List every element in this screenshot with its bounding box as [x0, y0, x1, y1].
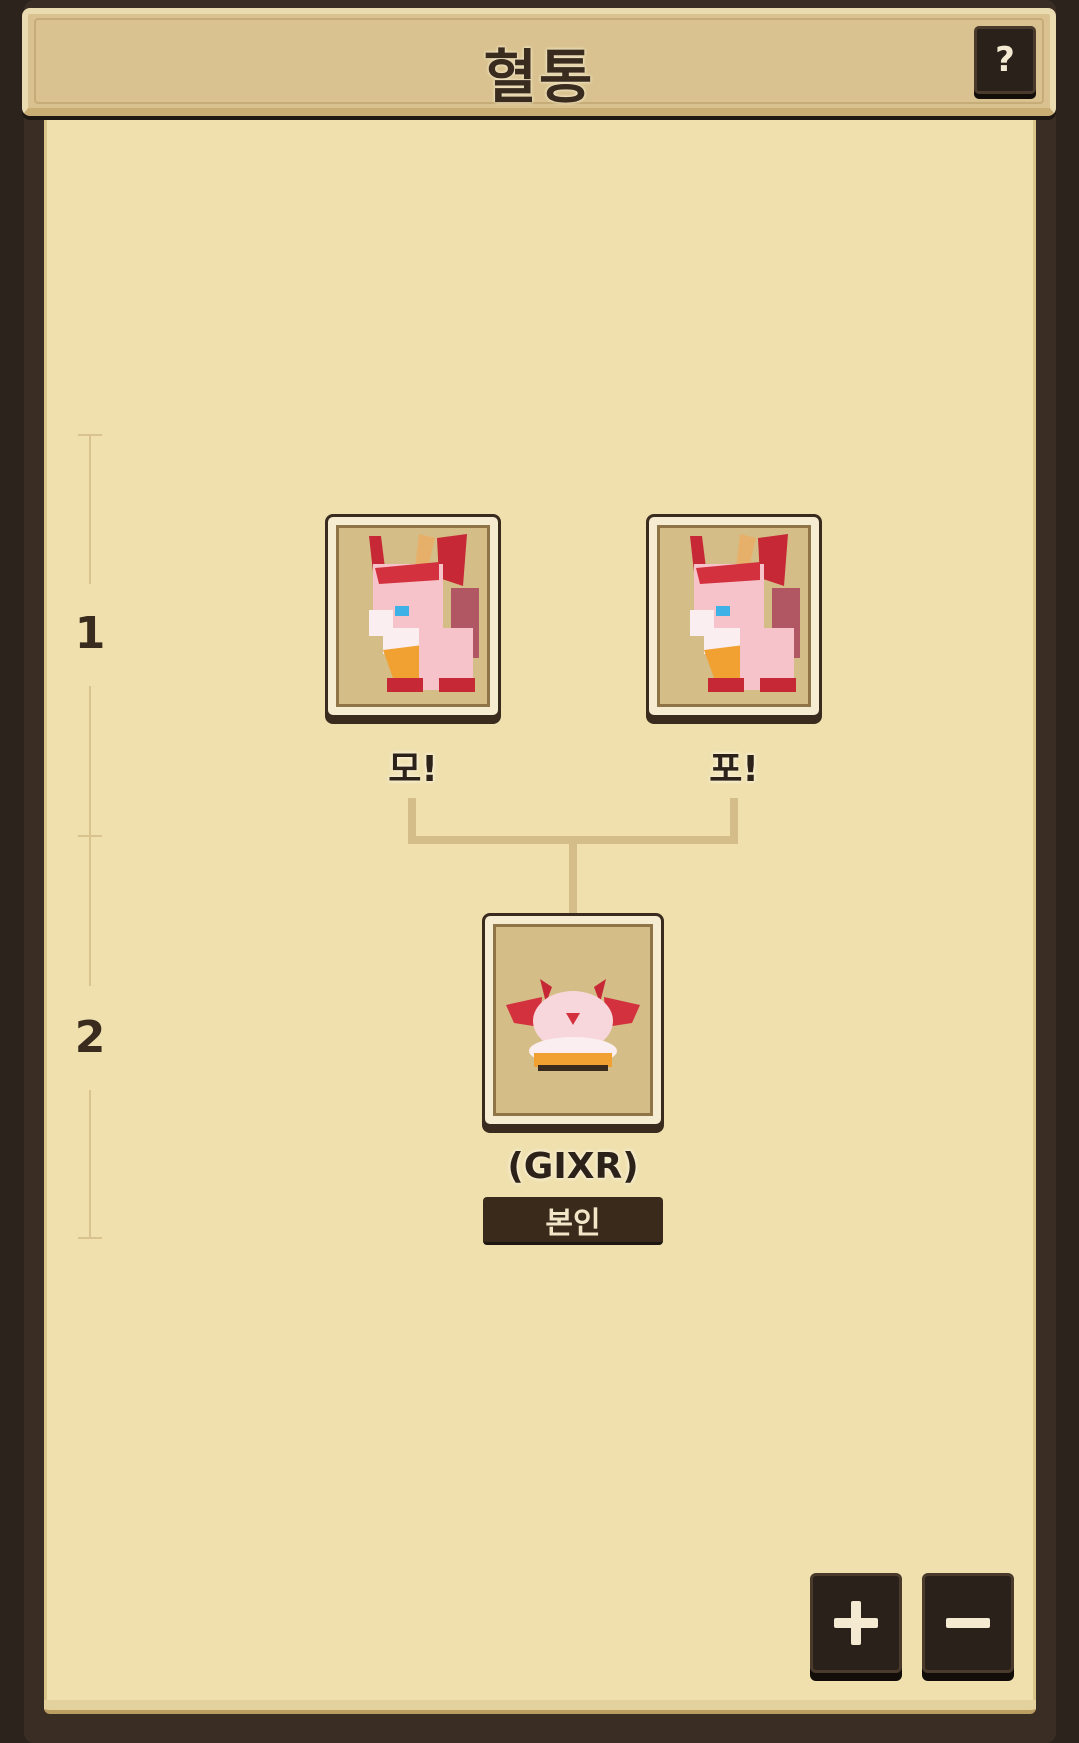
parent-name-father: 포! — [709, 749, 759, 790]
card-portrait-frame — [493, 924, 653, 1116]
ruler-tick — [78, 1237, 102, 1239]
panel-bottom-edge — [44, 1700, 1036, 1714]
help-button[interactable]: ? — [974, 26, 1036, 94]
zoom-out-button[interactable] — [922, 1573, 1014, 1673]
ruler-line — [89, 434, 91, 584]
help-icon: ? — [995, 40, 1015, 80]
generation-label-2: 2 — [74, 1012, 106, 1063]
pink-dragon-fox-baby-icon — [506, 979, 640, 1071]
page-title: 혈통 — [483, 43, 595, 111]
header-bar: 혈통 — [22, 8, 1056, 116]
pink-dragon-fox-adult-icon — [690, 534, 800, 692]
parent-name-mother: 모! — [388, 749, 438, 790]
ruler-line — [89, 1090, 91, 1238]
card-portrait-frame — [336, 525, 490, 707]
child-card-self[interactable] — [482, 913, 664, 1127]
self-badge: 본인 — [483, 1197, 663, 1245]
connector-line — [569, 840, 577, 914]
generation-label-1: 1 — [74, 608, 106, 659]
card-portrait-frame — [657, 525, 811, 707]
pink-dragon-fox-adult-icon — [369, 534, 479, 692]
ruler-line — [89, 836, 91, 986]
child-name: (GIXR) — [507, 1146, 639, 1187]
parent-card-mother[interactable] — [325, 514, 501, 718]
parent-card-father[interactable] — [646, 514, 822, 718]
ruler-line — [89, 686, 91, 836]
zoom-in-button[interactable] — [810, 1573, 902, 1673]
